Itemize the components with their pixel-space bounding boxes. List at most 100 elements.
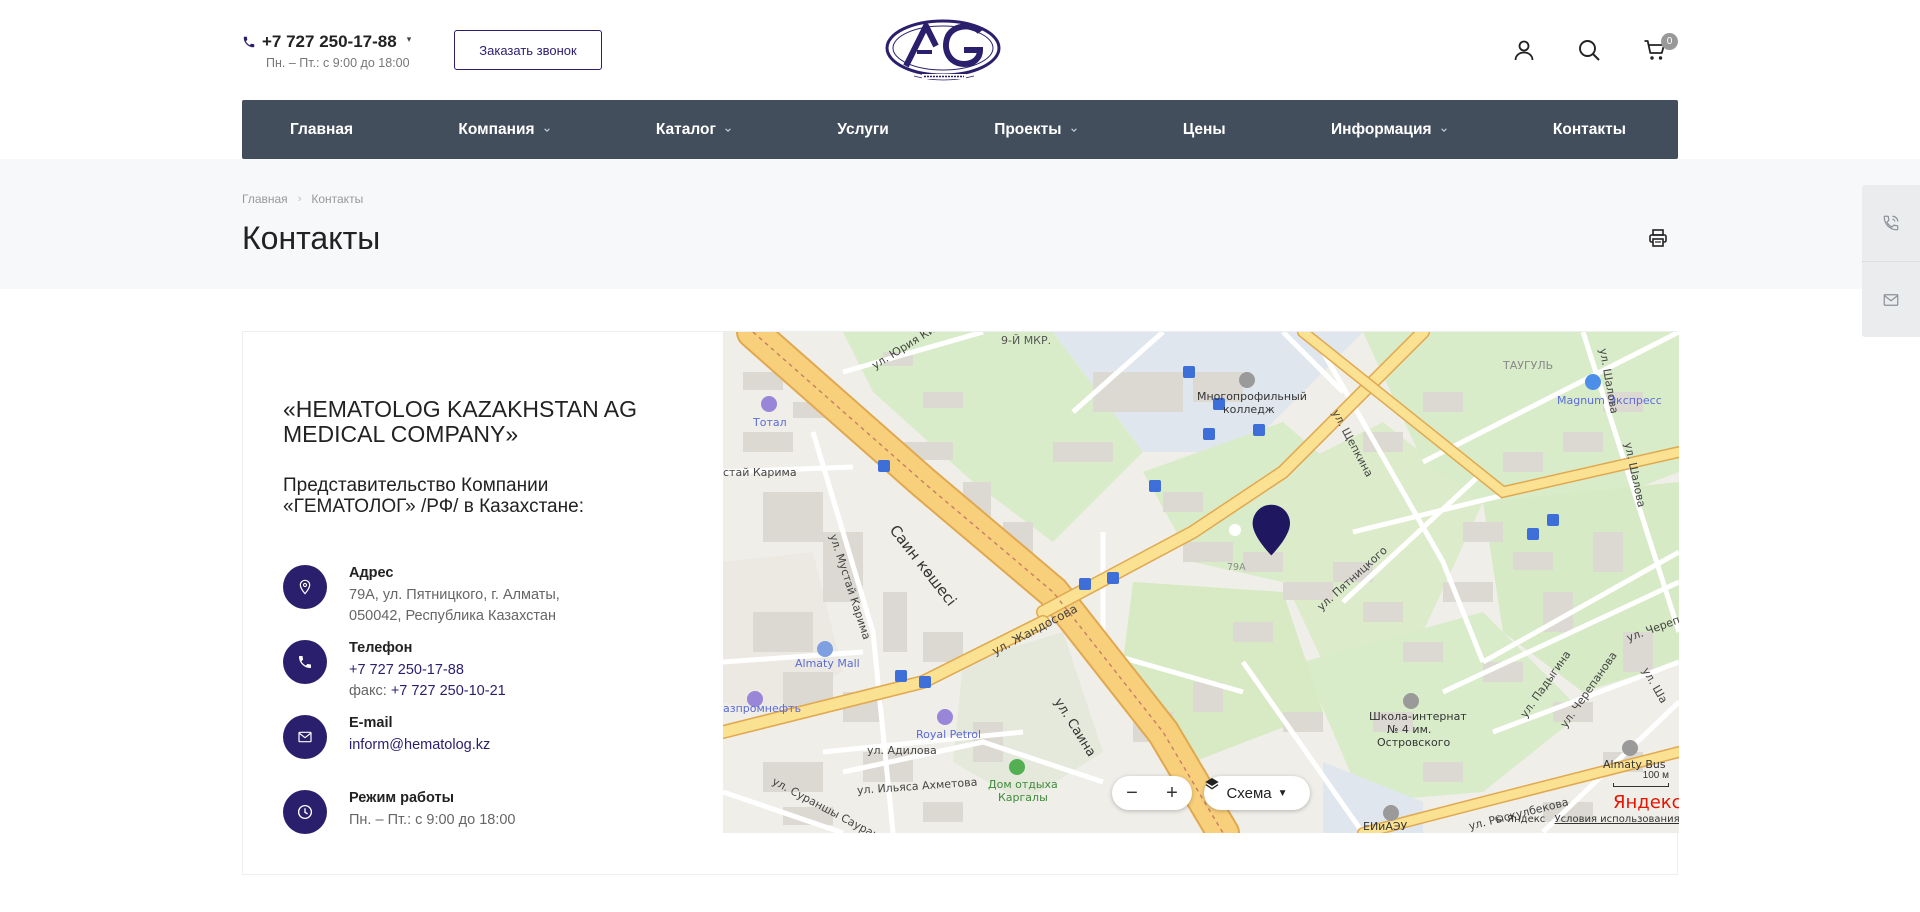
- main-nav: Главная Компания Каталог Услуги Проекты …: [242, 100, 1678, 159]
- zoom-in-button[interactable]: +: [1166, 782, 1178, 805]
- chevron-down-icon: ▾: [406, 33, 412, 44]
- map-label: колледж: [1223, 403, 1275, 416]
- nav-item-company[interactable]: Компания: [458, 121, 550, 139]
- page: +7 727 250-17-88 ▾ Пн. – Пт.: с 9:00 до …: [0, 0, 1920, 912]
- user-icon[interactable]: [1512, 38, 1536, 62]
- header-phone-number[interactable]: +7 727 250-17-88: [262, 32, 397, 52]
- phone-icon: [283, 640, 327, 684]
- zoom-out-button[interactable]: −: [1126, 782, 1138, 805]
- clock-icon: [283, 790, 327, 834]
- map-label: № 4 им.: [1387, 723, 1432, 736]
- company-logo[interactable]: [884, 18, 1002, 86]
- chevron-down-icon: [725, 127, 731, 132]
- breadcrumb-home[interactable]: Главная: [242, 192, 288, 206]
- contact-hours: Режим работы Пн. – Пт.: с 9:00 до 18:00: [283, 790, 516, 834]
- breadcrumb-separator-icon: ›: [297, 193, 302, 205]
- nav-item-projects[interactable]: Проекты: [994, 121, 1077, 139]
- chevron-down-icon: [1440, 127, 1447, 132]
- page-title: Контакты: [242, 220, 381, 256]
- map-label: стай Карима: [723, 466, 797, 479]
- fax-link[interactable]: +7 727 250-10-21: [391, 683, 506, 699]
- location-pin-icon: [283, 565, 327, 609]
- map-scale-bar: [1613, 783, 1669, 787]
- contacts-card: «HEMATOLOG KAZAKHSTAN AG MEDICAL COMPANY…: [242, 331, 1679, 875]
- map-scale-label: 100 м: [1642, 770, 1669, 781]
- side-widget: [1862, 185, 1920, 337]
- yandex-logo-text: Яндекс: [1613, 792, 1679, 813]
- map-label: Тотал: [753, 416, 787, 429]
- site-header: +7 727 250-17-88 ▾ Пн. – Пт.: с 9:00 до …: [0, 0, 1920, 100]
- nav-label: Информация: [1330, 120, 1432, 138]
- phone-link[interactable]: +7 727 250-17-88: [349, 660, 506, 681]
- mail-icon: [1883, 293, 1899, 306]
- contact-phone: Телефон +7 727 250-17-88 факс: +7 727 25…: [283, 640, 506, 702]
- mail-icon: [283, 715, 327, 759]
- map-label: Многопрофильный: [1197, 390, 1307, 403]
- map-label: 9-Й МКР.: [1001, 334, 1052, 347]
- map-layer-button[interactable]: Схема ▼: [1204, 776, 1310, 810]
- phone-label: Телефон: [349, 640, 413, 656]
- address-line: 79А, ул. Пятницкого, г. Алматы,: [349, 587, 560, 603]
- nav-item-services[interactable]: Услуги: [837, 121, 889, 139]
- email-link[interactable]: inform@hematolog.kz: [349, 735, 490, 756]
- nav-item-prices[interactable]: Цены: [1183, 121, 1226, 139]
- company-name: «HEMATOLOG KAZAKHSTAN AG MEDICAL COMPANY…: [283, 396, 638, 447]
- hours-value: Пн. – Пт.: с 9:00 до 18:00: [349, 812, 516, 828]
- map-copyright-text: © Яндекс: [1494, 814, 1546, 825]
- nav-label: Услуги: [837, 120, 889, 138]
- map-terms-link[interactable]: Условия использования: [1554, 814, 1679, 825]
- header-hours: Пн. – Пт.: с 9:00 до 18:00: [266, 56, 410, 70]
- map-canvas: [723, 332, 1679, 833]
- nav-item-home[interactable]: Главная: [290, 121, 353, 139]
- contact-address: Адрес 79А, ул. Пятницкого, г. Алматы, 05…: [283, 565, 560, 627]
- nav-label: Компания: [458, 120, 535, 138]
- map-label: Royal Petrol: [916, 728, 982, 741]
- side-callback-button[interactable]: [1862, 185, 1920, 261]
- map-label: азпромнефть: [723, 702, 802, 715]
- map-zoom-control: − +: [1112, 776, 1192, 810]
- map-label: ул. Адилова: [867, 744, 937, 757]
- print-icon[interactable]: [1648, 228, 1668, 248]
- phone-call-icon: [1883, 215, 1899, 231]
- map-label: Almaty Mall: [795, 657, 860, 670]
- chevron-down-icon: [543, 127, 550, 132]
- map-copyright: © Яндекс Условия использования: [1494, 814, 1679, 825]
- contact-email: E-mail inform@hematolog.kz: [283, 715, 490, 759]
- map-label: Школа-интернат: [1369, 710, 1467, 723]
- nav-label: Каталог: [655, 120, 716, 138]
- map-layer-label: Схема: [1226, 784, 1272, 802]
- yandex-map[interactable]: 9-Й МКР. ул. Юрия Кима Тотал стай Карима…: [723, 332, 1679, 833]
- cart-count-badge: 0: [1661, 33, 1678, 50]
- map-label: Каргалы: [998, 791, 1048, 804]
- side-message-button[interactable]: [1862, 261, 1920, 337]
- map-label: ЕИиАЭУ: [1363, 820, 1408, 833]
- yandex-logo[interactable]: Яндекс: [1613, 792, 1679, 813]
- map-label: Островского: [1377, 736, 1451, 749]
- search-icon[interactable]: [1577, 38, 1601, 62]
- company-subtitle: Представительство Компании «ГЕМАТОЛОГ» /…: [283, 475, 584, 517]
- chevron-down-icon: ▼: [1277, 787, 1288, 799]
- nav-item-contacts[interactable]: Контакты: [1553, 121, 1626, 139]
- chevron-down-icon: [1070, 127, 1077, 132]
- header-phone-block: +7 727 250-17-88 ▾ Пн. – Пт.: с 9:00 до …: [242, 32, 411, 70]
- nav-item-info[interactable]: Информация: [1331, 121, 1448, 139]
- hours-label: Режим работы: [349, 790, 454, 806]
- address-line: 050042, Республика Казахстан: [349, 608, 556, 624]
- nav-label: Главная: [290, 120, 354, 138]
- nav-label: Цены: [1182, 120, 1226, 138]
- nav-label: Проекты: [994, 120, 1062, 138]
- nav-item-catalog[interactable]: Каталог: [656, 121, 732, 139]
- breadcrumb-current: Контакты: [311, 192, 364, 206]
- address-label: Адрес: [349, 565, 394, 581]
- request-call-button[interactable]: Заказать звонок: [454, 30, 602, 70]
- phone-dropdown[interactable]: +7 727 250-17-88 ▾: [242, 32, 411, 52]
- nav-label: Контакты: [1552, 120, 1626, 138]
- phone-icon: [243, 36, 255, 48]
- map-building-number: 79А: [1227, 562, 1246, 573]
- layers-icon: [1205, 778, 1219, 790]
- fax-prefix: факс:: [349, 683, 391, 699]
- map-label: ТАУГУЛЬ: [1503, 359, 1554, 372]
- breadcrumb: Главная › Контакты: [242, 192, 363, 206]
- email-label: E-mail: [349, 715, 393, 731]
- map-label: Дом отдыха: [988, 778, 1058, 791]
